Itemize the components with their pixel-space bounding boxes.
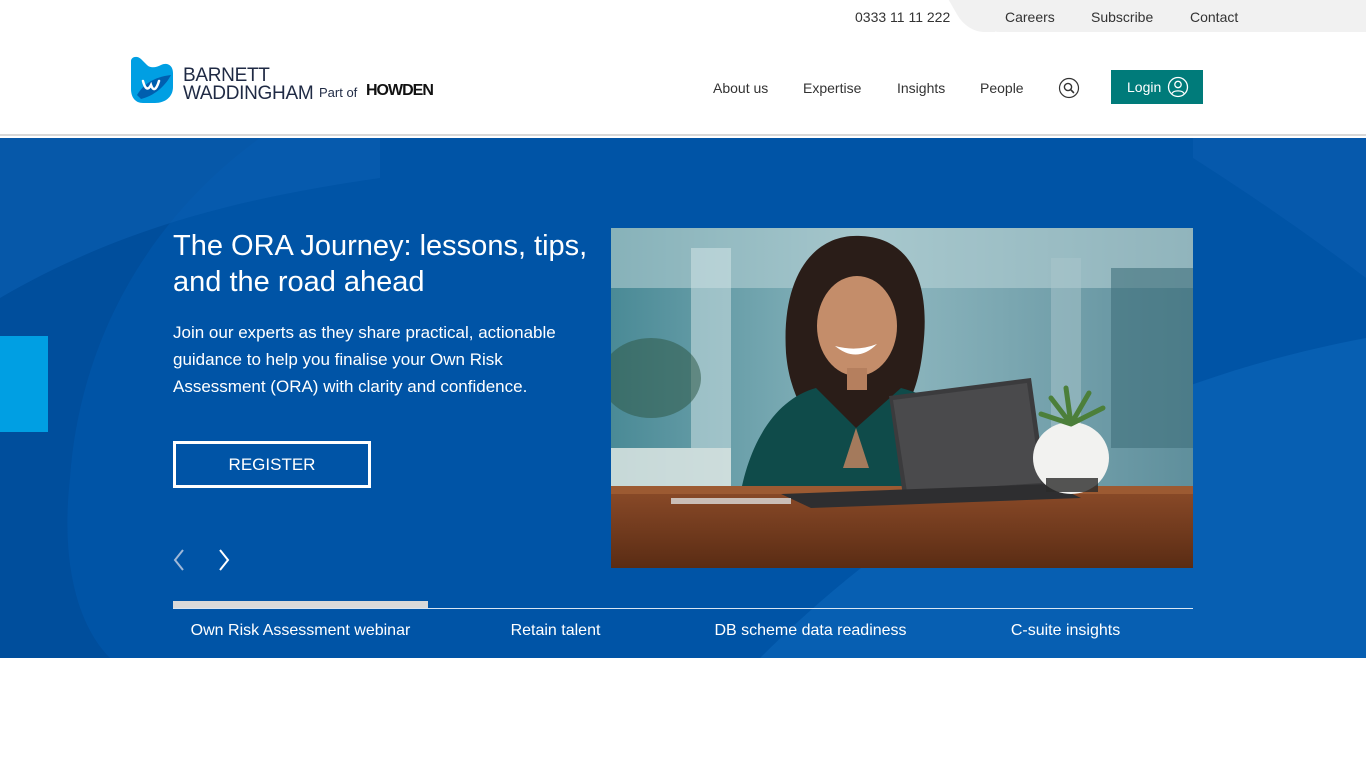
chevron-left-icon[interactable]: [171, 548, 187, 572]
hero-photo: [611, 228, 1193, 568]
tab-retain-talent[interactable]: Retain talent: [428, 622, 683, 640]
part-of-label: Part of: [319, 85, 358, 100]
tabs-divider: [173, 608, 1193, 609]
chevron-right-icon[interactable]: [216, 548, 232, 572]
nav-insights[interactable]: Insights: [897, 80, 945, 96]
login-button[interactable]: Login: [1111, 70, 1203, 104]
utility-bar: 0333 11 11 222 Careers Subscribe Contact: [0, 0, 1366, 32]
tab-c-suite-insights[interactable]: C-suite insights: [938, 622, 1193, 640]
woman-at-laptop-image: [611, 228, 1193, 568]
careers-link[interactable]: Careers: [1005, 9, 1055, 25]
side-feedback-tab[interactable]: [0, 336, 48, 432]
nav-expertise[interactable]: Expertise: [803, 80, 861, 96]
register-button[interactable]: REGISTER: [173, 441, 371, 488]
contact-link[interactable]: Contact: [1190, 9, 1238, 25]
search-icon: [1058, 77, 1080, 99]
site-header: BARNETT WADDINGHAM Part of HOWDEN About …: [0, 32, 1366, 136]
logo-line-2: WADDINGHAM: [183, 83, 314, 104]
barnett-waddingham-logo[interactable]: BARNETT WADDINGHAM Part of HOWDEN: [127, 55, 434, 107]
howden-logo: HOWDEN: [366, 82, 434, 99]
tab-db-scheme-data-readiness[interactable]: DB scheme data readiness: [683, 622, 938, 640]
hero-carousel: The ORA Journey: lessons, tips, and the …: [0, 138, 1366, 658]
tab-active-indicator: [173, 601, 428, 608]
login-label: Login: [1127, 79, 1162, 95]
logo-mark-icon: [131, 56, 173, 103]
search-button[interactable]: [1058, 77, 1080, 99]
hero-description: Join our experts as they share practical…: [173, 323, 556, 396]
user-icon: [1167, 76, 1189, 98]
nav-about-us[interactable]: About us: [713, 80, 768, 96]
tab-own-risk-assessment-webinar[interactable]: Own Risk Assessment webinar: [173, 622, 428, 640]
nav-people[interactable]: People: [980, 80, 1024, 96]
hero-title: The ORA Journey: lessons, tips, and the …: [173, 230, 588, 298]
subscribe-link[interactable]: Subscribe: [1091, 9, 1153, 25]
phone-number[interactable]: 0333 11 11 222: [855, 9, 950, 25]
logo-wordmark: BARNETT WADDINGHAM: [183, 66, 314, 104]
